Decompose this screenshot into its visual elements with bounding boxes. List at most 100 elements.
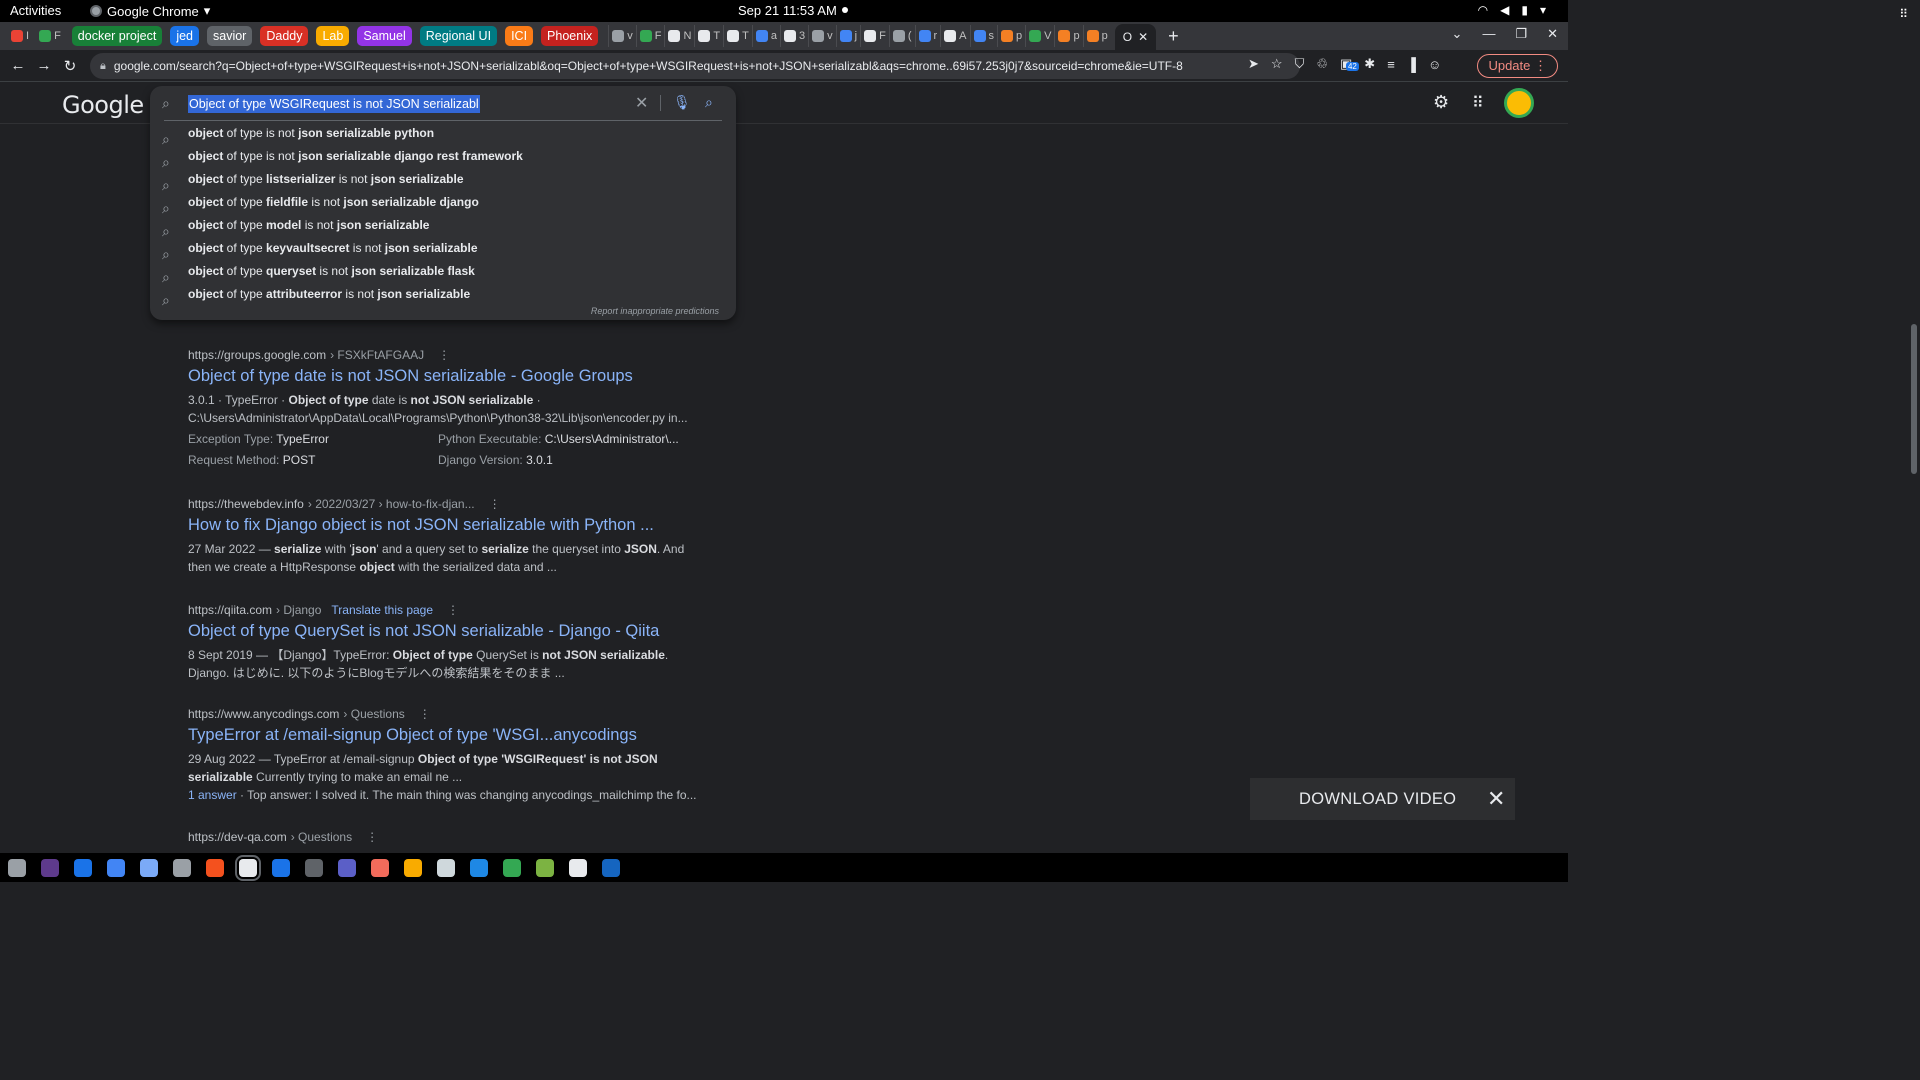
tab[interactable]: s — [969, 25, 998, 47]
settings-gear-icon[interactable]: ⚙ — [1433, 92, 1449, 113]
suggestion-item[interactable]: ⌕ object of type is not json serializable… — [150, 145, 736, 170]
url-text[interactable]: google.com/search?q=Object+of+type+WSGIR… — [114, 59, 1183, 73]
search-input[interactable]: Object of type WSGIRequest is not JSON s… — [188, 95, 480, 113]
tab[interactable]: F — [635, 25, 665, 47]
tab[interactable]: F — [860, 25, 889, 47]
tab[interactable]: v — [608, 25, 636, 47]
google-logo[interactable]: Google — [62, 91, 144, 119]
taskbar-app-icon[interactable] — [569, 858, 587, 877]
more-options-icon[interactable]: ⋮ — [366, 830, 378, 844]
more-options-icon[interactable]: ⋮ — [447, 603, 459, 617]
tab-search-icon[interactable]: ⌄ — [1452, 26, 1463, 42]
clear-icon[interactable]: ✕ — [635, 93, 648, 113]
tab[interactable]: a — [751, 25, 780, 47]
reading-list-icon[interactable]: ≡ — [1387, 57, 1395, 72]
close-window-icon[interactable]: ✕ — [1547, 26, 1558, 42]
suggestion-item[interactable]: ⌕ object of type keyvaultsecret is not js… — [150, 237, 736, 262]
tab[interactable]: T — [723, 25, 752, 47]
tab-group-regional-ui[interactable]: Regional UI — [419, 26, 498, 46]
taskbar-app-icon[interactable] — [437, 858, 455, 877]
download-video-button[interactable]: DOWNLOAD VIDEO — [1299, 790, 1456, 809]
taskbar-app-icon[interactable] — [41, 858, 59, 877]
extension-badge-icon[interactable]: ▣42 — [1340, 56, 1359, 72]
search-submit-icon[interactable]: ⌕ — [705, 94, 713, 111]
scrollbar[interactable] — [1908, 124, 1920, 854]
restore-icon[interactable]: ❐ — [1515, 26, 1527, 42]
tab-group-lab[interactable]: Lab — [316, 26, 350, 46]
result-title[interactable]: How to fix Django object is not JSON ser… — [188, 516, 688, 535]
tab[interactable]: p — [1082, 25, 1111, 47]
tab[interactable]: ( — [888, 25, 915, 47]
reload-icon[interactable]: ↻ — [57, 57, 83, 75]
tab[interactable]: j — [835, 25, 860, 47]
taskbar-app-icon[interactable] — [173, 858, 191, 877]
suggestion-item[interactable]: ⌕ object of type queryset is not json ser… — [150, 260, 736, 285]
search-input-row[interactable]: ⌕ Object of type WSGIRequest is not JSON… — [150, 86, 736, 120]
profile-icon[interactable]: ☺ — [1428, 57, 1441, 72]
result-site[interactable]: https://thewebdev.info — [188, 497, 304, 511]
tab[interactable]: p — [1054, 25, 1082, 47]
system-tray[interactable]: ◠ ◀ ▮ ▾ — [1478, 3, 1546, 17]
show-apps-icon[interactable]: ⠿ — [1899, 7, 1908, 21]
taskbar-app-icon[interactable] — [371, 858, 389, 877]
back-icon[interactable]: ← — [5, 57, 31, 74]
more-options-icon[interactable]: ⋮ — [438, 348, 450, 362]
suggestion-item[interactable]: ⌕ object of type fieldfile is not json se… — [150, 191, 736, 216]
extensions-puzzle-icon[interactable]: ✱ — [1364, 56, 1375, 72]
tab[interactable]: 3 — [780, 25, 808, 47]
scrollbar-thumb[interactable] — [1911, 324, 1917, 474]
taskbar-app-icon[interactable] — [235, 854, 261, 881]
translate-link[interactable]: Translate this page — [331, 603, 433, 617]
taskbar-app-icon[interactable] — [536, 858, 554, 877]
result-site[interactable]: https://www.anycodings.com — [188, 707, 339, 721]
active-tab[interactable]: O ✕ — [1114, 24, 1157, 50]
address-bar[interactable]: 🔒︎ google.com/search?q=Object+of+type+WS… — [90, 53, 1300, 79]
google-apps-icon[interactable]: ⠿ — [1472, 93, 1484, 113]
result-title[interactable]: Object of type date is not JSON serializ… — [188, 367, 688, 386]
new-tab-button[interactable]: + — [1160, 26, 1187, 47]
result-title[interactable]: Object of type QuerySet is not JSON seri… — [188, 622, 688, 641]
activities-button[interactable]: Activities — [10, 3, 61, 18]
pinned-tab[interactable]: I — [8, 25, 32, 47]
update-button[interactable]: Update ⋮ — [1477, 54, 1558, 78]
taskbar-app-icon[interactable] — [404, 858, 422, 877]
more-options-icon[interactable]: ⋮ — [489, 497, 501, 511]
tab-group-phoenix[interactable]: Phoenix — [541, 26, 599, 46]
suggestion-item[interactable]: ⌕ object of type model is not json serial… — [150, 214, 736, 239]
side-panel-icon[interactable]: ▐ — [1407, 57, 1416, 72]
taskbar-app-icon[interactable] — [206, 858, 224, 877]
tab-group-daddy[interactable]: Daddy — [260, 26, 309, 46]
forward-icon[interactable]: → — [31, 57, 57, 74]
report-predictions-link[interactable]: Report inappropriate predictions — [591, 306, 719, 316]
tab-group-docker-project[interactable]: docker project — [71, 26, 163, 46]
send-icon[interactable]: ➤ — [1248, 56, 1259, 72]
tab[interactable]: N — [664, 25, 694, 47]
pinned-tab[interactable]: F — [36, 25, 64, 47]
app-menu[interactable]: Google Chrome ▾ — [90, 3, 210, 19]
taskbar-app-icon[interactable] — [338, 858, 356, 877]
tab[interactable]: V — [1025, 25, 1054, 47]
lock-icon[interactable]: 🔒︎ — [100, 60, 106, 73]
result-site[interactable]: https://groups.google.com — [188, 348, 326, 362]
taskbar-app-icon[interactable] — [8, 858, 26, 877]
taskbar-app-icon[interactable] — [602, 858, 620, 877]
tab-group-ici[interactable]: ICI — [505, 26, 534, 46]
suggestion-item[interactable]: ⌕ object of type attributeerror is not js… — [150, 283, 736, 308]
result-title[interactable]: TypeError at /email-signup Object of typ… — [188, 726, 688, 745]
answer-link[interactable]: 1 answer — [188, 788, 237, 802]
taskbar-app-icon[interactable] — [470, 858, 488, 877]
taskbar-app-icon[interactable] — [503, 858, 521, 877]
tab[interactable]: A — [940, 25, 969, 47]
taskbar-app-icon[interactable] — [305, 858, 323, 877]
result-site[interactable]: https://qiita.com — [188, 603, 272, 617]
avatar[interactable] — [1504, 88, 1534, 118]
suggestion-item[interactable]: ⌕ object of type is not json serializable… — [150, 122, 736, 147]
taskbar-app-icon[interactable] — [140, 858, 158, 877]
tab[interactable]: p — [997, 25, 1025, 47]
close-tab-icon[interactable]: ✕ — [1138, 30, 1148, 44]
clock[interactable]: Sep 21 11:53 AM — [738, 3, 837, 18]
taskbar-app-icon[interactable] — [107, 858, 125, 877]
tab-group-samuel[interactable]: Samuel — [357, 26, 412, 46]
tab[interactable]: T — [694, 25, 723, 47]
tab[interactable]: r — [914, 25, 941, 47]
